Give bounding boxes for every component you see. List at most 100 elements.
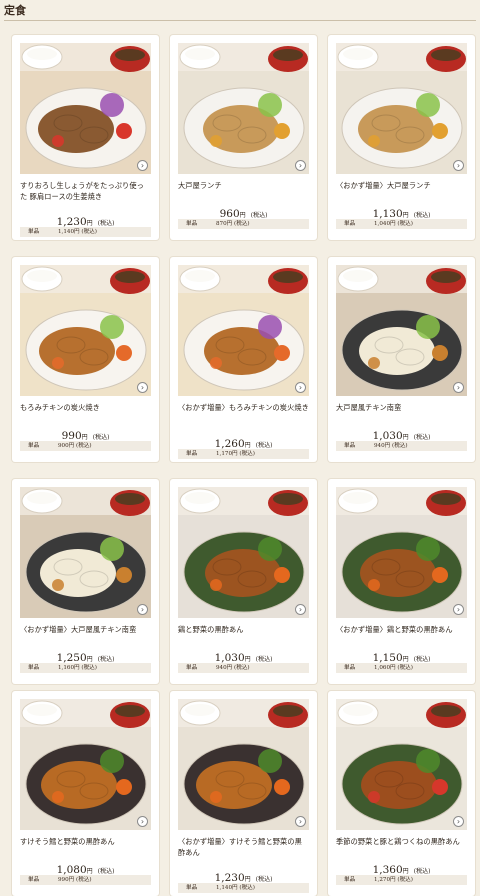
single-price-row: 単品 1,040円 (税込) <box>336 219 467 229</box>
chevron-right-icon[interactable]: › <box>295 604 306 615</box>
single-price: 940円 (税込) <box>216 665 250 671</box>
single-price: 940円 (税込) <box>374 443 408 449</box>
header-divider <box>4 20 476 21</box>
tax-label: (税込) <box>413 868 431 875</box>
single-label: 単品 <box>344 221 356 227</box>
tax-label: (税込) <box>255 442 273 449</box>
single-label: 単品 <box>344 877 356 883</box>
dish-name[interactable]: 季節の野菜と豚と鶏つくねの黒酢あん <box>336 836 467 860</box>
menu-card[interactable]: › すりおろし生しょうがをたっぷり使った 豚肩ロースの生姜焼き 1,230円 (… <box>12 35 159 240</box>
single-label: 単品 <box>186 665 198 671</box>
yen-unit: 円 <box>244 442 251 449</box>
dish-photo[interactable]: › <box>336 43 467 174</box>
single-label: 単品 <box>344 665 356 671</box>
single-price: 1,060円 (税込) <box>374 665 413 671</box>
dish-name[interactable]: 〈おかず増量〉大戸屋ランチ <box>336 180 467 204</box>
dish-photo[interactable]: › <box>336 699 467 830</box>
dish-photo[interactable]: › <box>178 265 309 396</box>
yen-unit: 円 <box>86 220 93 227</box>
single-price-row: 単品 1,140円 (税込) <box>20 227 151 237</box>
yen-unit: 円 <box>86 868 93 875</box>
yen-unit: 円 <box>244 876 251 883</box>
dish-name[interactable]: 〈おかず増量〉もろみチキンの炭火焼き <box>178 402 309 426</box>
chevron-right-icon[interactable]: › <box>137 382 148 393</box>
menu-card[interactable]: › すけそう鱈と野菜の黒酢あん 1,080円 (税込) 単品 990円 (税込) <box>12 691 159 896</box>
menu-card[interactable]: › 〈おかず増量〉鶏と野菜の黒酢あん 1,150円 (税込) 単品 1,060円… <box>328 479 475 684</box>
single-price: 870円 (税込) <box>216 221 250 227</box>
single-label: 単品 <box>28 877 40 883</box>
dish-name[interactable]: もろみチキンの炭火焼き <box>20 402 151 426</box>
menu-grid: › すりおろし生しょうがをたっぷり使った 豚肩ロースの生姜焼き 1,230円 (… <box>0 30 480 896</box>
yen-unit: 円 <box>81 434 88 441</box>
tax-label: (税込) <box>255 656 273 663</box>
single-price-row: 単品 1,170円 (税込) <box>178 449 309 459</box>
dish-name[interactable]: 大戸屋ランチ <box>178 180 309 204</box>
single-price-row: 単品 1,140円 (税込) <box>178 883 309 893</box>
tax-label: (税込) <box>255 876 273 883</box>
page-header: 定食 <box>0 0 480 24</box>
single-label: 単品 <box>186 885 198 891</box>
yen-unit: 円 <box>239 212 246 219</box>
yen-unit: 円 <box>402 656 409 663</box>
dish-name[interactable]: 鶏と野菜の黒酢あん <box>178 624 309 648</box>
dish-photo[interactable]: › <box>20 699 151 830</box>
single-price: 990円 (税込) <box>58 877 92 883</box>
single-price-row: 単品 1,270円 (税込) <box>336 875 467 885</box>
chevron-right-icon[interactable]: › <box>295 816 306 827</box>
single-label: 単品 <box>28 443 40 449</box>
single-label: 単品 <box>186 451 198 457</box>
chevron-right-icon[interactable]: › <box>453 160 464 171</box>
dish-name[interactable]: 大戸屋風チキン南蛮 <box>336 402 467 426</box>
single-price-row: 単品 900円 (税込) <box>20 441 151 451</box>
menu-card[interactable]: › 大戸屋ランチ 960円 (税込) 単品 870円 (税込) <box>170 35 317 240</box>
chevron-right-icon[interactable]: › <box>453 604 464 615</box>
single-price-row: 単品 940円 (税込) <box>336 441 467 451</box>
chevron-right-icon[interactable]: › <box>295 160 306 171</box>
single-price: 1,170円 (税込) <box>216 451 255 457</box>
single-price-row: 単品 940円 (税込) <box>178 663 309 673</box>
menu-card[interactable]: › もろみチキンの炭火焼き 990円 (税込) 単品 900円 (税込) <box>12 257 159 462</box>
yen-unit: 円 <box>402 868 409 875</box>
dish-photo[interactable]: › <box>336 487 467 618</box>
chevron-right-icon[interactable]: › <box>453 816 464 827</box>
dish-photo[interactable]: › <box>20 43 151 174</box>
dish-photo[interactable]: › <box>178 43 309 174</box>
dish-name[interactable]: 〈おかず増量〉大戸屋風チキン南蛮 <box>20 624 151 648</box>
dish-name[interactable]: すりおろし生しょうがをたっぷり使った 豚肩ロースの生姜焼き <box>20 180 151 204</box>
single-label: 単品 <box>28 229 40 235</box>
single-price-row: 単品 1,160円 (税込) <box>20 663 151 673</box>
menu-card[interactable]: › 〈おかず増量〉大戸屋風チキン南蛮 1,250円 (税込) 単品 1,160円… <box>12 479 159 684</box>
tax-label: (税込) <box>413 434 431 441</box>
dish-name[interactable]: 〈おかず増量〉すけそう鱈と野菜の黒酢あん <box>178 836 309 860</box>
dish-photo[interactable]: › <box>178 699 309 830</box>
chevron-right-icon[interactable]: › <box>453 382 464 393</box>
dish-photo[interactable]: › <box>20 265 151 396</box>
single-label: 単品 <box>344 443 356 449</box>
chevron-right-icon[interactable]: › <box>295 382 306 393</box>
yen-unit: 円 <box>402 434 409 441</box>
tax-label: (税込) <box>250 212 268 219</box>
menu-card[interactable]: › 〈おかず増量〉大戸屋ランチ 1,130円 (税込) 単品 1,040円 (税… <box>328 35 475 240</box>
dish-photo[interactable]: › <box>20 487 151 618</box>
single-label: 単品 <box>28 665 40 671</box>
page-title: 定食 <box>4 4 26 17</box>
single-price: 1,160円 (税込) <box>58 665 97 671</box>
menu-card[interactable]: › 鶏と野菜の黒酢あん 1,030円 (税込) 単品 940円 (税込) <box>170 479 317 684</box>
menu-card[interactable]: › 季節の野菜と豚と鶏つくねの黒酢あん 1,360円 (税込) 単品 1,270… <box>328 691 475 896</box>
tax-label: (税込) <box>97 656 115 663</box>
single-label: 単品 <box>186 221 198 227</box>
menu-card[interactable]: › 大戸屋風チキン南蛮 1,030円 (税込) 単品 940円 (税込) <box>328 257 475 462</box>
dish-photo[interactable]: › <box>178 487 309 618</box>
tax-label: (税込) <box>97 868 115 875</box>
chevron-right-icon[interactable]: › <box>137 160 148 171</box>
single-price: 900円 (税込) <box>58 443 92 449</box>
dish-name[interactable]: 〈おかず増量〉鶏と野菜の黒酢あん <box>336 624 467 648</box>
yen-unit: 円 <box>402 212 409 219</box>
dish-name[interactable]: すけそう鱈と野菜の黒酢あん <box>20 836 151 860</box>
chevron-right-icon[interactable]: › <box>137 604 148 615</box>
menu-card[interactable]: › 〈おかず増量〉もろみチキンの炭火焼き 1,260円 (税込) 単品 1,17… <box>170 257 317 462</box>
chevron-right-icon[interactable]: › <box>137 816 148 827</box>
yen-unit: 円 <box>86 656 93 663</box>
dish-photo[interactable]: › <box>336 265 467 396</box>
menu-card[interactable]: › 〈おかず増量〉すけそう鱈と野菜の黒酢あん 1,230円 (税込) 単品 1,… <box>170 691 317 896</box>
